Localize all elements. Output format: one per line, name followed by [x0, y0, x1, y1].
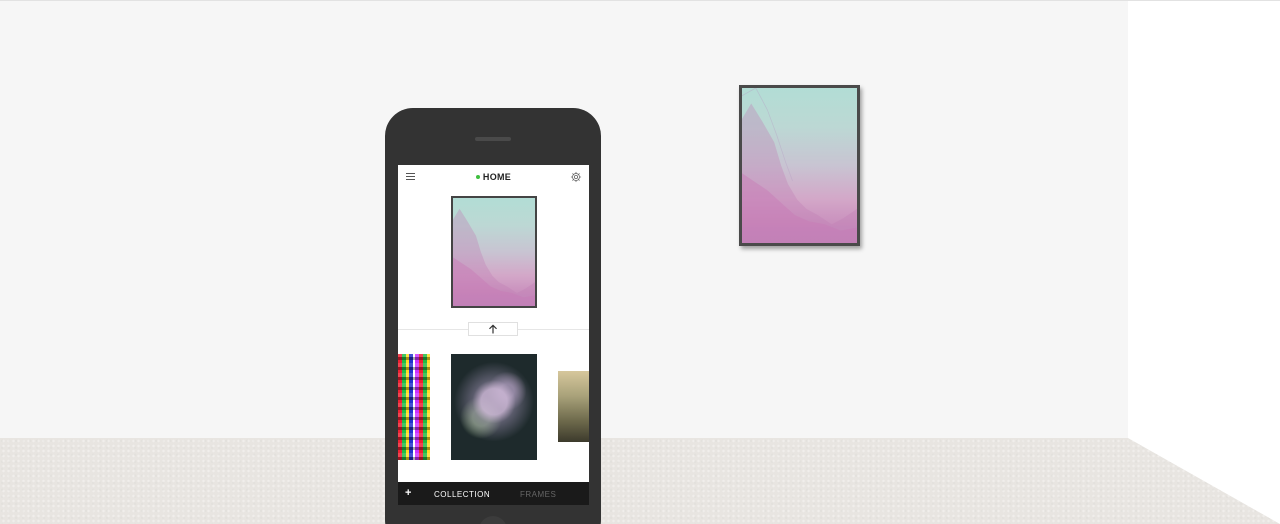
arrow-up-icon	[489, 324, 497, 334]
page-title-text: HOME	[482, 172, 512, 182]
collection-thumbnail-floral[interactable]	[451, 354, 537, 460]
tab-frames[interactable]: FRAMES	[520, 490, 556, 499]
phone-speaker	[475, 137, 511, 141]
status-dot-icon	[475, 175, 480, 179]
bottom-tab-bar: + COLLECTION FRAMES	[398, 482, 589, 505]
current-artwork	[453, 198, 535, 306]
room-scene: HOME + COLLECTION FRAMES	[0, 0, 1280, 524]
app-header: HOME	[398, 165, 589, 189]
page-title: HOME	[398, 172, 589, 182]
phone-device: HOME + COLLECTION FRAMES	[385, 108, 601, 524]
collection-thumbnail-horizon[interactable]	[558, 371, 589, 442]
phone-screen: HOME + COLLECTION FRAMES	[398, 165, 589, 505]
collection-thumbnail-mosaic[interactable]	[398, 354, 430, 460]
current-artwork-frame[interactable]	[451, 196, 537, 308]
wall-artwork-frame	[739, 85, 860, 246]
mountain-artwork-icon	[742, 88, 857, 243]
wall-artwork	[742, 88, 857, 243]
phone-home-button[interactable]	[479, 516, 507, 524]
add-button[interactable]: +	[405, 487, 412, 499]
tab-collection[interactable]: COLLECTION	[434, 490, 490, 499]
send-to-frame-button[interactable]	[468, 322, 518, 336]
gear-icon[interactable]	[570, 171, 582, 183]
floor	[0, 438, 1280, 524]
mountain-artwork-icon	[453, 208, 535, 306]
side-wall	[1128, 1, 1280, 524]
